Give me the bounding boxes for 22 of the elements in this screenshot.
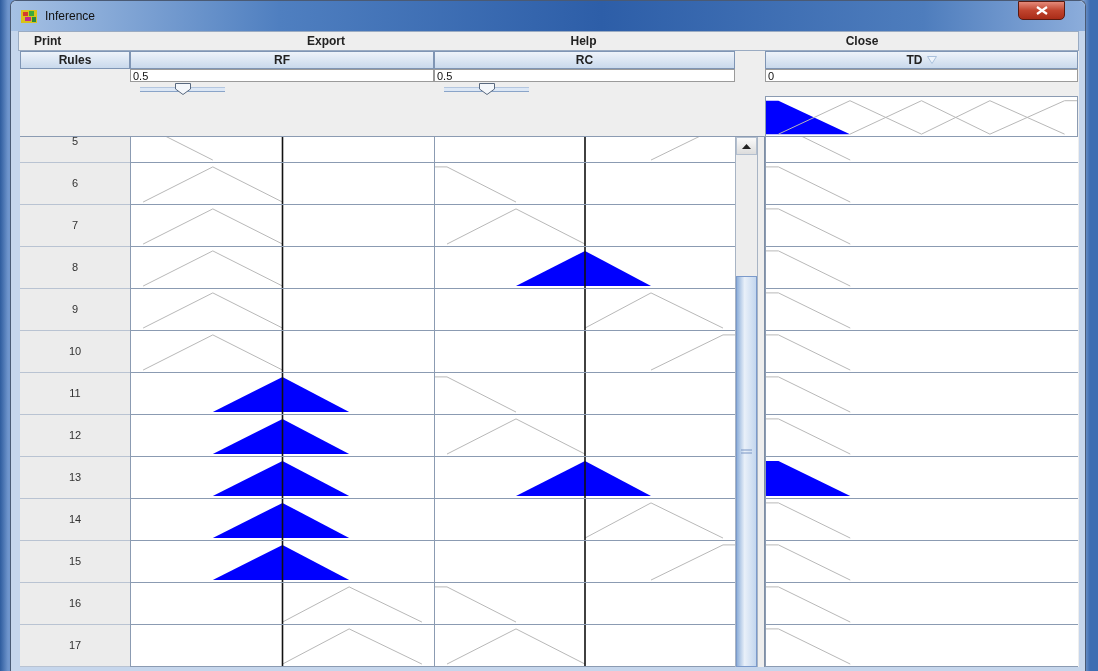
window-title: Inference xyxy=(45,8,96,25)
sort-icon xyxy=(926,56,937,64)
grip-icon xyxy=(741,449,752,454)
menu-item[interactable]: Print xyxy=(19,32,131,50)
up-arrow-icon xyxy=(742,143,751,149)
scrollbar-thumb[interactable] xyxy=(736,276,757,667)
value-field[interactable]: 0.5 xyxy=(130,69,434,82)
close-icon xyxy=(1035,6,1048,15)
scrollbar[interactable] xyxy=(735,137,758,667)
rule-number: 5 xyxy=(20,137,130,163)
scroll-up-button[interactable] xyxy=(736,137,757,155)
column-header: RC xyxy=(434,51,735,69)
column-header: Rules xyxy=(20,51,130,69)
column-label: TD xyxy=(906,52,923,68)
column-header: RF xyxy=(130,51,434,69)
value-field[interactable]: 0 xyxy=(765,69,1078,82)
app-icon xyxy=(21,9,37,23)
value-field[interactable]: 0.5 xyxy=(434,69,735,82)
menu-item[interactable]: Close xyxy=(646,32,1078,50)
close-button[interactable] xyxy=(1018,1,1065,20)
menu-item[interactable]: Export xyxy=(131,32,521,50)
menu-item[interactable]: Help xyxy=(521,32,646,50)
